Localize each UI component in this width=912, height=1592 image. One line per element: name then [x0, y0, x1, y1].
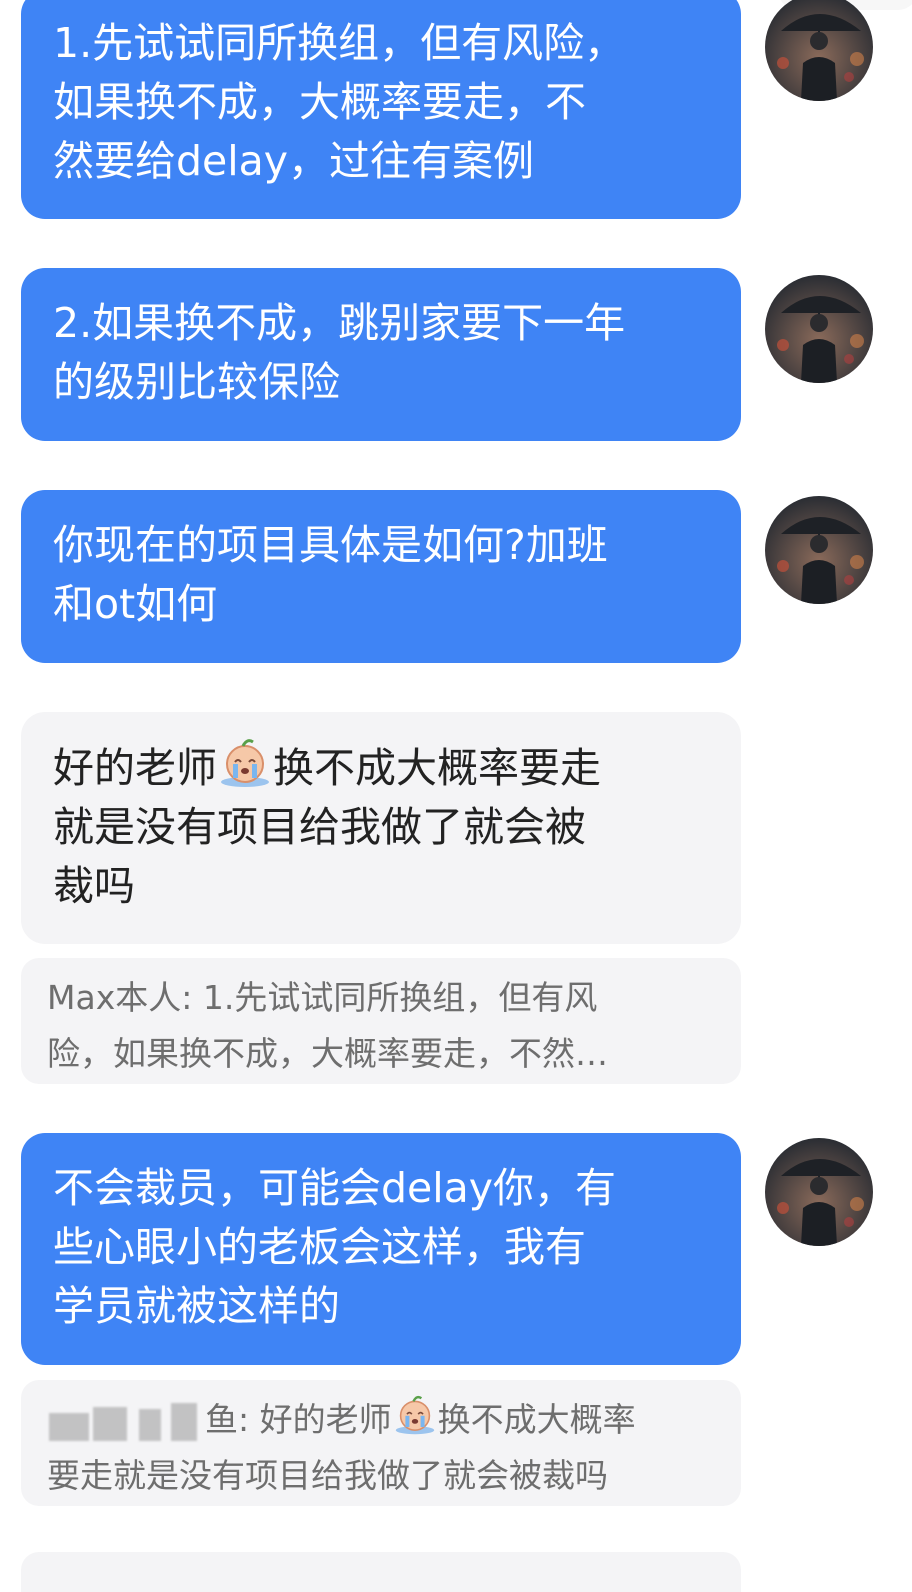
message-line: 1.先试试同所换组，但有风险， [53, 19, 626, 67]
message-line: 好的老师 换不成大概率要走 [53, 738, 721, 798]
person-with-umbrella-icon [765, 1138, 873, 1246]
user-avatar[interactable] [765, 496, 873, 604]
message-line: 就是没有项目给我做了就会被 [53, 803, 586, 851]
message-line: 不会裁员，可能会delay你，有 [53, 1164, 617, 1212]
quote-text: 换不成大概率 [437, 1400, 636, 1439]
crying-face-emoji-icon [217, 738, 273, 788]
message-line: 你现在的项目具体是如何?加班 [53, 521, 608, 569]
quote-line: 鱼: 好的老师 换不成大概率 [47, 1392, 717, 1448]
user-avatar[interactable] [765, 0, 873, 101]
person-with-umbrella-icon [765, 496, 873, 604]
person-with-umbrella-icon [765, 0, 873, 101]
message-line: 如果换不成，大概率要走，不 [53, 78, 586, 126]
sent-message-bubble[interactable]: 2.如果换不成，跳别家要下一年 的级别比较保险 [21, 268, 741, 441]
crying-face-emoji-icon [392, 1395, 438, 1435]
person-with-umbrella-icon [765, 275, 873, 383]
quote-line: Max本人: 1.先试试同所换组，但有风 [47, 978, 598, 1017]
message-line: 学员就被这样的 [53, 1282, 340, 1330]
message-line: 些心眼小的老板会这样，我有 [53, 1223, 586, 1271]
message-line: 然要给delay，过往有案例 [53, 137, 535, 185]
received-message-bubble[interactable]: 好的老师 换不成大概率要走 就是没有项目给我做了就会被 裁吗 [21, 712, 741, 944]
user-avatar[interactable] [765, 1138, 873, 1246]
sent-message-bubble[interactable]: 1.先试试同所换组，但有风险， 如果换不成，大概率要走，不 然要给delay，过… [21, 0, 741, 219]
blurred-name [47, 1399, 205, 1445]
message-line: 2.如果换不成，跳别家要下一年 [53, 299, 626, 347]
quote-text: 鱼: 好的老师 [205, 1400, 392, 1439]
sent-message-bubble[interactable]: 不会裁员，可能会delay你，有 些心眼小的老板会这样，我有 学员就被这样的 [21, 1133, 741, 1365]
quote-line: 要走就是没有项目给我做了就会被裁吗 [47, 1456, 608, 1495]
next-message-bubble-edge [21, 1552, 741, 1592]
quote-line: 险，如果换不成，大概率要走，不然… [47, 1034, 608, 1073]
quoted-reply[interactable]: 鱼: 好的老师 换不成大概率 要走就是没有项目给我做了就会被裁吗 [21, 1380, 741, 1506]
quoted-reply[interactable]: Max本人: 1.先试试同所换组，但有风 险，如果换不成，大概率要走，不然… [21, 958, 741, 1084]
message-text: 好的老师 [53, 744, 217, 792]
message-text: 换不成大概率要走 [273, 744, 601, 792]
message-line: 裁吗 [53, 862, 135, 910]
message-line: 的级别比较保险 [53, 358, 340, 406]
user-avatar[interactable] [765, 275, 873, 383]
sent-message-bubble[interactable]: 你现在的项目具体是如何?加班 和ot如何 [21, 490, 741, 663]
message-line: 和ot如何 [53, 580, 218, 628]
